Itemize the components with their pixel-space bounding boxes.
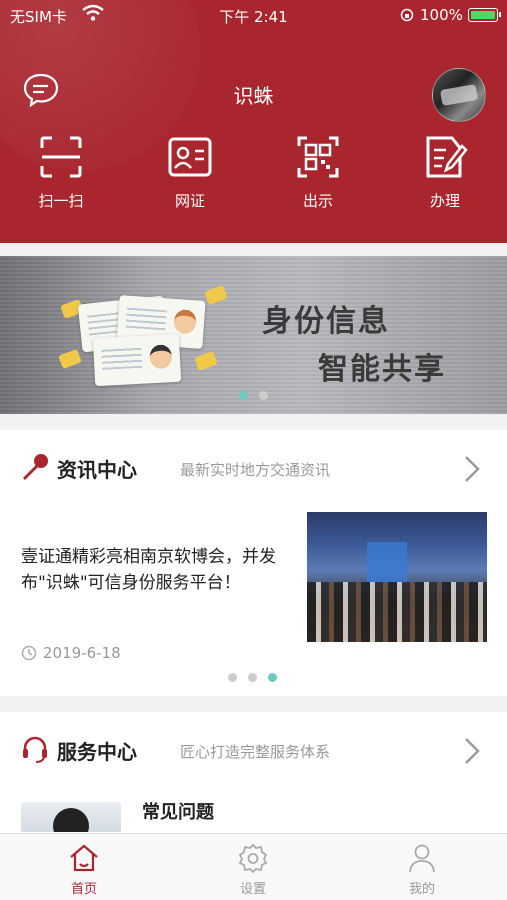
microphone-icon xyxy=(23,454,48,480)
edit-document-icon xyxy=(426,136,468,178)
person-icon xyxy=(409,844,435,873)
news-date: 2019-6-18 xyxy=(21,644,121,662)
news-section-header[interactable]: 资讯中心 最新实时地方交通资讯 xyxy=(0,430,507,506)
action-label: 网证 xyxy=(174,192,205,210)
header: 无SIM卡 下午 2:41 100% 识蛛 扫一扫 网证 出示 办理 xyxy=(0,0,507,243)
tab-home[interactable]: 首页 xyxy=(44,842,124,897)
news-section: 资讯中心 最新实时地方交通资讯 壹证通精彩亮相南京软博会，并发布"识蛛"可信身份… xyxy=(0,430,507,696)
action-scan[interactable]: 扫一扫 xyxy=(21,134,101,211)
battery-icon xyxy=(468,8,501,22)
service-section-title: 服务中心 xyxy=(57,740,137,764)
action-id-card[interactable]: 网证 xyxy=(150,134,230,211)
banner-headline: 智能共享 xyxy=(318,352,446,387)
banner-headline: 身份信息 xyxy=(262,304,390,339)
avatar[interactable] xyxy=(432,68,486,122)
banner-carousel[interactable]: 身份信息 智能共享 xyxy=(0,256,507,414)
faq-item-title[interactable]: 常见问题 xyxy=(142,798,214,824)
rotation-lock-icon xyxy=(400,8,414,22)
action-show[interactable]: 出示 xyxy=(278,134,358,211)
page-dot xyxy=(268,673,277,682)
tab-label: 设置 xyxy=(239,882,266,897)
page-title: 识蛛 xyxy=(233,84,274,108)
tab-profile[interactable]: 我的 xyxy=(382,842,462,897)
battery-percent: 100% xyxy=(420,6,463,24)
news-section-subtitle: 最新实时地方交通资讯 xyxy=(180,461,331,479)
tab-label: 首页 xyxy=(70,882,97,897)
chevron-right-icon[interactable] xyxy=(462,454,482,484)
page-dot xyxy=(239,391,248,400)
clock-icon xyxy=(21,645,37,661)
page-dot xyxy=(248,673,257,682)
tab-label: 我的 xyxy=(408,882,435,897)
qr-code-icon xyxy=(297,136,339,178)
news-date-text: 2019-6-18 xyxy=(43,644,121,662)
tab-bar: 首页 设置 我的 xyxy=(0,833,507,900)
action-label: 扫一扫 xyxy=(38,192,84,210)
home-icon xyxy=(70,844,98,872)
page-dot xyxy=(259,391,268,400)
headset-icon xyxy=(23,736,47,763)
banner-pagination xyxy=(239,391,268,400)
action-label: 办理 xyxy=(429,192,460,210)
page-dot xyxy=(228,673,237,682)
action-process[interactable]: 办理 xyxy=(405,134,485,211)
action-label: 出示 xyxy=(302,192,333,210)
chevron-right-icon[interactable] xyxy=(462,736,482,766)
gear-icon xyxy=(238,843,268,874)
faq-thumbnail[interactable] xyxy=(21,802,121,832)
scan-icon xyxy=(40,136,82,178)
service-section-header[interactable]: 服务中心 匠心打造完整服务体系 xyxy=(0,712,507,788)
id-card-illustration xyxy=(92,333,182,387)
quick-actions: 扫一扫 网证 出示 办理 xyxy=(0,134,507,214)
news-photo[interactable] xyxy=(307,512,487,642)
news-headline[interactable]: 壹证通精彩亮相南京软博会，并发布"识蛛"可信身份服务平台！ xyxy=(21,544,283,596)
service-section-subtitle: 匠心打造完整服务体系 xyxy=(180,743,331,761)
service-section: 服务中心 匠心打造完整服务体系 常见问题 xyxy=(0,712,507,833)
news-pagination xyxy=(228,673,277,682)
tab-settings[interactable]: 设置 xyxy=(213,842,293,897)
news-section-title: 资讯中心 xyxy=(57,458,137,482)
id-card-icon xyxy=(168,137,212,177)
status-bar: 无SIM卡 下午 2:41 100% xyxy=(0,0,507,32)
